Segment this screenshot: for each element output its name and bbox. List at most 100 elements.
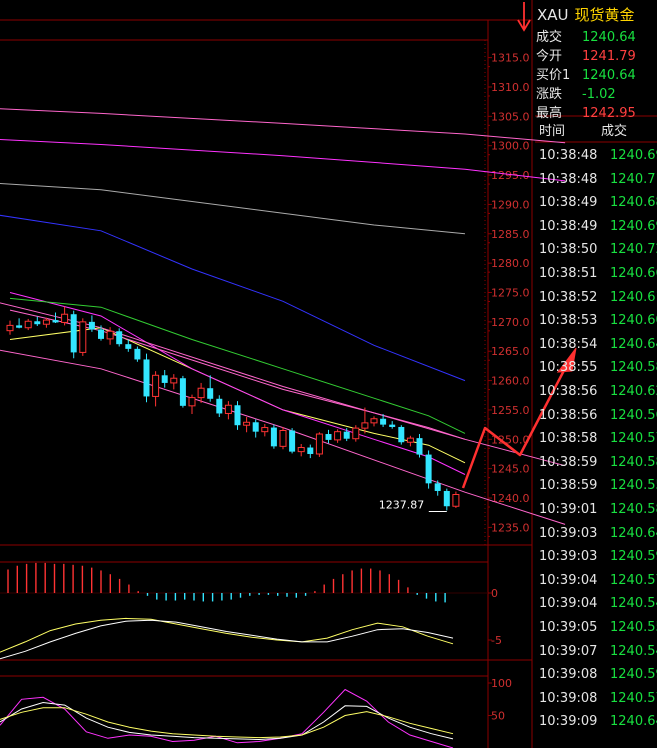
trade-price: 1240.57 [610, 431, 657, 447]
trade-row[interactable]: 10:38:58 1240.57 [539, 431, 657, 446]
trade-row[interactable]: 10:38:48 1240.69 [539, 148, 657, 163]
quote-value: 1241.79 [582, 49, 636, 64]
trade-row[interactable]: 10:38:53 1240.60 [539, 313, 657, 328]
candle-body-down [343, 431, 350, 439]
trade-time: 10:39:08 [539, 667, 598, 683]
price-tick-label: 1280.0 [491, 257, 530, 270]
trade-price: 1240.58 [610, 360, 657, 376]
trade-price: 1240.59 [610, 667, 657, 683]
candle-body-down [161, 375, 168, 383]
oscillator-tick-label: 100 [491, 677, 512, 690]
trade-row[interactable]: 10:38:49 1240.68 [539, 195, 657, 210]
trade-row[interactable]: 10:39:03 1240.59 [539, 549, 657, 564]
quote-row: 最高 1242.95 [536, 102, 636, 121]
price-tick-label: 1300.0 [491, 140, 530, 153]
trade-row[interactable]: 10:39:01 1240.58 [539, 502, 657, 517]
price-tick-label: 1310.0 [491, 81, 530, 94]
candle-body-down [307, 447, 314, 454]
price-tick-label: 1295.0 [491, 169, 530, 182]
candle-body-up [352, 427, 360, 440]
trade-price: 1240.54 [610, 643, 657, 659]
candle-body-up [152, 374, 160, 397]
trade-price: 1240.69 [610, 148, 657, 163]
candle-body-up [24, 320, 32, 329]
trade-time: 10:38:53 [539, 313, 598, 329]
trades-time-header: 时间 [539, 124, 566, 139]
macd-line [0, 617, 454, 653]
trade-price: 1240.72 [610, 242, 657, 258]
quote-label: 成交 [536, 30, 563, 45]
trade-price: 1240.57 [610, 690, 657, 706]
trade-row[interactable]: 10:39:04 1240.54 [539, 596, 657, 611]
trade-row[interactable]: 10:38:52 1240.61 [539, 290, 657, 305]
trade-row[interactable]: 10:38:50 1240.72 [539, 242, 657, 257]
candle-body-down [434, 483, 441, 491]
candle-body-down [88, 321, 95, 330]
candle-body-up [6, 324, 14, 332]
price-tick-label: 1315.0 [491, 52, 530, 65]
trade-time: 10:38:48 [539, 171, 598, 187]
oscillator-line [0, 688, 454, 748]
trade-row[interactable]: 10:38:56 1240.56 [539, 408, 657, 423]
trade-row[interactable]: 10:38:56 1240.62 [539, 384, 657, 399]
trade-time: 10:39:03 [539, 549, 598, 565]
low-annotation: 1237.87 [379, 499, 447, 513]
trade-row[interactable]: 10:39:09 1240.64 [539, 714, 657, 729]
quote-row: 成交 1240.64 [536, 26, 636, 45]
trade-row[interactable]: 10:39:08 1240.57 [539, 691, 657, 706]
trade-price: 1240.56 [610, 407, 657, 423]
trade-price: 1240.69 [610, 218, 657, 234]
trade-row[interactable]: 10:38:54 1240.64 [539, 337, 657, 352]
candle-body-down [389, 424, 396, 427]
moving-average-line [9, 327, 466, 464]
quote-row: 买价1 1240.64 [536, 64, 636, 83]
candle-body-up [279, 429, 287, 447]
quote-label: 今开 [536, 49, 563, 64]
candle-body-up [370, 418, 378, 424]
instrument-name: 现货黄金 [574, 6, 635, 24]
candle-body-down [207, 388, 214, 399]
trade-row[interactable]: 10:38:49 1240.69 [539, 219, 657, 234]
candle-body-down [416, 438, 423, 455]
trade-row[interactable]: 10:39:08 1240.59 [539, 667, 657, 682]
trade-price: 1240.55 [610, 620, 657, 635]
price-tick-label: 1255.0 [491, 404, 530, 417]
candle-body-up [61, 313, 69, 323]
candle-body-down [289, 430, 296, 452]
candlestick-series [6, 306, 460, 511]
trade-price: 1240.59 [610, 549, 657, 565]
trade-row[interactable]: 10:39:05 1240.55 [539, 620, 657, 635]
price-tick-label: 1305.0 [491, 110, 530, 123]
trade-row[interactable]: 10:38:59 1240.58 [539, 455, 657, 470]
trade-row[interactable]: 10:38:59 1240.55 [539, 478, 657, 493]
trade-price: 1240.57 [610, 572, 657, 588]
candle-body-down [16, 325, 23, 328]
candle-body-up [197, 387, 205, 399]
trade-row[interactable]: 10:39:04 1240.57 [539, 573, 657, 588]
candle-body-down [34, 321, 41, 325]
candle-body-up [106, 330, 114, 340]
trade-row[interactable]: 10:38:51 1240.66 [539, 266, 657, 281]
trades-price-header: 成交 [601, 124, 628, 139]
candle-body-up [188, 397, 196, 407]
trade-time: 10:38:49 [539, 218, 598, 234]
candle-body-up [261, 427, 269, 433]
moving-average-line [0, 214, 466, 382]
trade-time: 10:39:01 [539, 502, 598, 517]
trade-time: 10:38:48 [539, 148, 598, 163]
trade-price: 1240.54 [610, 596, 657, 612]
price-tick-label: 1240.0 [491, 492, 530, 505]
trade-time: 10:38:50 [539, 242, 598, 258]
trade-row[interactable]: 10:39:07 1240.54 [539, 644, 657, 659]
trade-time: 10:38:56 [539, 407, 598, 423]
trade-row[interactable]: 10:38:48 1240.71 [539, 172, 657, 187]
candle-body-down [398, 426, 405, 443]
trade-row[interactable]: 10:39:03 1240.64 [539, 526, 657, 541]
price-axis: 1315.0 1310.0 1305.0 1300.0 1295.0 1290.0 1285… [488, 52, 530, 537]
trade-time: 10:38:52 [539, 289, 598, 305]
quote-label: 买价1 [536, 68, 571, 83]
low-annotation-label: 1237.87 [379, 499, 425, 512]
trade-row[interactable]: 10:38:55 1240.58 [539, 360, 657, 375]
trade-time: 10:39:04 [539, 596, 598, 612]
macd-tick-label: -5 [491, 634, 502, 647]
